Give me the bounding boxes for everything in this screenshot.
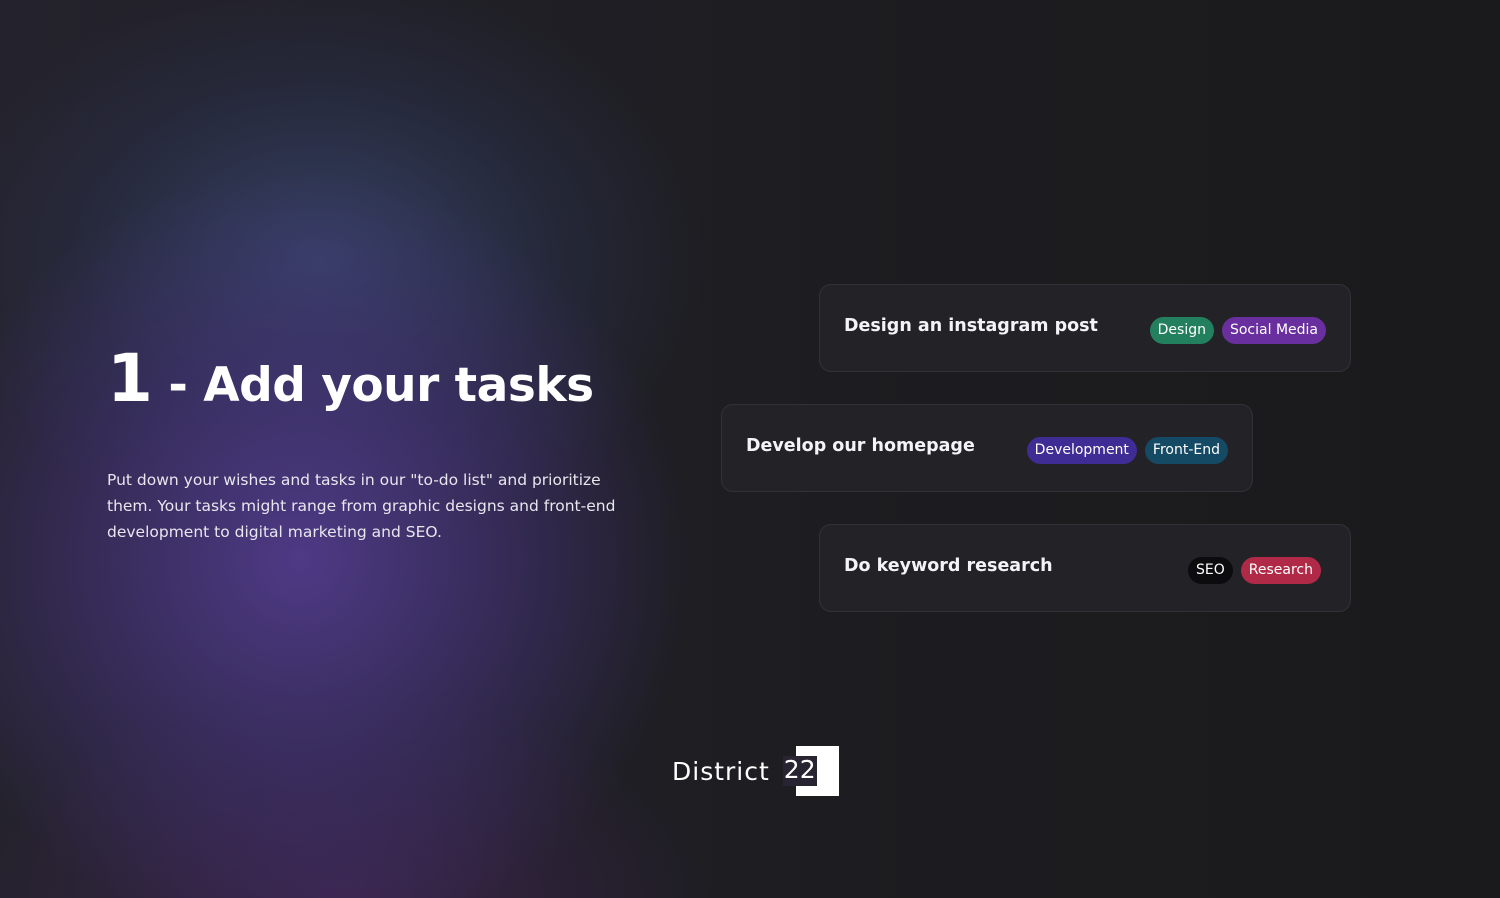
task-tags: SEO Research bbox=[1188, 556, 1321, 584]
task-card[interactable]: Do keyword research SEO Research bbox=[819, 524, 1351, 612]
task-card[interactable]: Design an instagram post Design Social M… bbox=[819, 284, 1351, 372]
tag-badge: SEO bbox=[1188, 556, 1233, 584]
tag-badge: Design bbox=[1149, 316, 1214, 344]
step-separator: - bbox=[168, 358, 188, 413]
tag-badge: Development bbox=[1026, 436, 1137, 464]
task-tags: Development Front-End bbox=[1026, 436, 1228, 464]
page-title: 1 - Add your tasks bbox=[107, 340, 667, 425]
brand-name: District bbox=[672, 756, 770, 786]
brand-mark: 22 bbox=[782, 746, 839, 796]
hero-section: 1 - Add your tasks Put down your wishes … bbox=[107, 340, 667, 545]
task-card[interactable]: Develop our homepage Development Front-E… bbox=[721, 404, 1253, 492]
task-title: Develop our homepage bbox=[746, 436, 975, 456]
brand-number: 22 bbox=[783, 755, 816, 784]
task-tags: Design Social Media bbox=[1149, 316, 1326, 344]
tag-badge: Front-End bbox=[1144, 436, 1228, 464]
step-title: Add your tasks bbox=[203, 358, 594, 413]
task-title: Design an instagram post bbox=[844, 316, 1098, 336]
tag-badge: Social Media bbox=[1221, 316, 1326, 344]
tag-badge: Research bbox=[1240, 556, 1321, 584]
brand-logo: District 22 bbox=[672, 746, 839, 796]
step-description: Put down your wishes and tasks in our "t… bbox=[107, 471, 616, 541]
step-number: 1 bbox=[107, 340, 153, 417]
task-title: Do keyword research bbox=[844, 556, 1053, 576]
